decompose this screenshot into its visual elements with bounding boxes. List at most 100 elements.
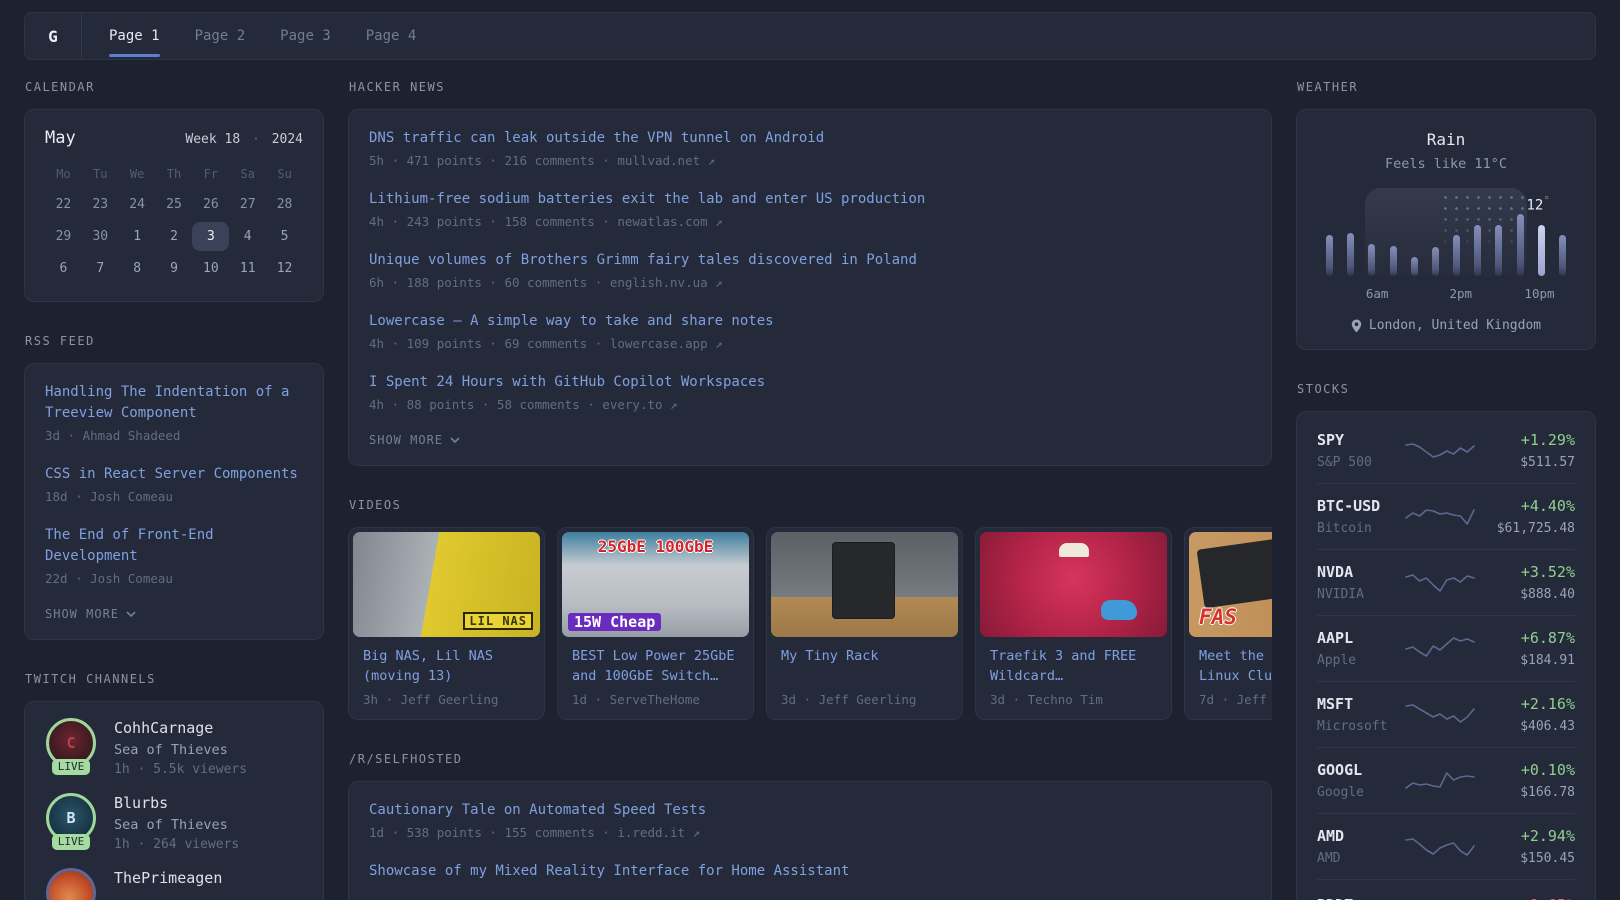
weather-bar [1453, 235, 1460, 276]
calendar-month: May [45, 128, 76, 148]
video-meta: 7d · Jeff Geerling [1199, 692, 1272, 707]
video-card-body: Traefik 3 and FREE Wildcard… 3d · Techno… [980, 637, 1167, 715]
thumbnail-caption: 15W Cheap [568, 613, 661, 631]
hn-show-more-button[interactable]: SHOW MORE [369, 433, 1251, 447]
hn-item-meta: 5h · 471 points · 216 comments · mullvad… [369, 153, 1251, 168]
day-header: Su [266, 160, 303, 187]
channel-name[interactable]: CohhCarnage [114, 719, 247, 737]
video-thumbnail[interactable]: FAS [1189, 532, 1272, 637]
hn-item-link[interactable]: I Spent 24 Hours with GitHub Copilot Wor… [369, 372, 1251, 393]
stock-row[interactable]: NVDA NVIDIA +3.52% $888.40 [1317, 549, 1575, 615]
stock-values: +0.10% $166.78 [1475, 761, 1575, 800]
stock-id: GOOGL Google [1317, 761, 1405, 800]
calendar-day: 23 [82, 190, 119, 219]
weather-bar [1517, 214, 1524, 276]
stock-name: NVIDIA [1317, 587, 1405, 602]
tab-page-3[interactable]: Page 3 [280, 13, 331, 59]
stock-change: +0.10% [1475, 761, 1575, 779]
calendar-day: 29 [45, 222, 82, 251]
twitch-section: TWITCH CHANNELS C LIVE CohhCarnage Sea o… [24, 672, 324, 900]
stock-sparkline [1405, 436, 1475, 466]
stock-row[interactable]: AAPL Apple +6.87% $184.91 [1317, 615, 1575, 681]
rss-item: CSS in React Server Components 18d · Jos… [45, 464, 303, 504]
twitch-channel-row[interactable]: C LIVE CohhCarnage Sea of Thieves 1h · 5… [43, 718, 305, 777]
twitch-channel-info: Blurbs Sea of Thieves 1h · 264 viewers [114, 793, 239, 852]
middle-column: HACKER NEWS DNS traffic can leak outside… [348, 80, 1272, 900]
tab-page-2[interactable]: Page 2 [195, 13, 246, 59]
stock-row[interactable]: AMD AMD +2.94% $150.45 [1317, 813, 1575, 879]
rss-item-meta: 3d · Ahmad Shadeed [45, 428, 303, 443]
stocks-section-title: STOCKS [1297, 382, 1595, 396]
calendar-day: 27 [229, 190, 266, 219]
reddit-section: /R/SELFHOSTED Cautionary Tale on Automat… [348, 752, 1272, 900]
stock-row[interactable]: MSFT Microsoft +2.16% $406.43 [1317, 681, 1575, 747]
channel-game: Sea of Thieves [114, 817, 239, 833]
weather-section: WEATHER Rain Feels like 11°C 12° [1296, 80, 1596, 350]
hn-item-link[interactable]: Lowercase – A simple way to take and sha… [369, 311, 1251, 332]
stock-sparkline [1405, 832, 1475, 862]
channel-name[interactable]: Blurbs [114, 794, 239, 812]
video-title-link[interactable]: Meet the Linux Clu [1199, 646, 1272, 687]
top-nav-bar: G Page 1 Page 2 Page 3 Page 4 [24, 12, 1596, 60]
reddit-item-link[interactable]: Showcase of my Mixed Reality Interface f… [369, 861, 1251, 882]
video-title-link[interactable]: My Tiny Rack [781, 646, 948, 666]
stock-name: Bitcoin [1317, 521, 1405, 536]
twitch-channel-row[interactable]: ThePrimeagen [43, 868, 305, 900]
day-header: Th [156, 160, 193, 187]
calendar-day: 2 [156, 222, 193, 251]
stock-sparkline [1405, 700, 1475, 730]
twitch-avatar-column [43, 868, 99, 900]
video-thumbnail[interactable]: 25GbE 100GbE 15W Cheap [562, 532, 749, 637]
stock-sparkline [1405, 634, 1475, 664]
stock-change: +1.29% [1475, 431, 1575, 449]
video-title-link[interactable]: Big NAS, Lil NAS (moving 13) [363, 646, 530, 687]
stock-name: Apple [1317, 653, 1405, 668]
stock-symbol: GOOGL [1317, 761, 1405, 779]
weather-bar [1326, 235, 1333, 276]
hn-item-meta: 4h · 109 points · 69 comments · lowercas… [369, 336, 1251, 351]
weather-bar [1390, 246, 1397, 276]
channel-name[interactable]: ThePrimeagen [114, 869, 222, 887]
stock-row[interactable]: SPY S&P 500 +1.29% $511.57 [1317, 418, 1575, 483]
reddit-item-link[interactable]: Cautionary Tale on Automated Speed Tests [369, 800, 1251, 821]
tab-page-1[interactable]: Page 1 [109, 13, 160, 59]
day-header: Tu [82, 160, 119, 187]
stock-id: AAPL Apple [1317, 629, 1405, 668]
tab-page-4[interactable]: Page 4 [366, 13, 417, 59]
thumbnail-caption: FAS [1199, 605, 1237, 629]
stock-price: $150.45 [1475, 851, 1575, 866]
stock-sparkline [1405, 766, 1475, 796]
stock-row[interactable]: RDDT -1.65% [1317, 879, 1575, 900]
rss-item-link[interactable]: Handling The Indentation of a Treeview C… [45, 382, 303, 424]
video-thumbnail[interactable]: LIL NAS [353, 532, 540, 637]
video-title-link[interactable]: Traefik 3 and FREE Wildcard… [990, 646, 1157, 687]
calendar-day: 6 [45, 254, 82, 283]
weather-bar [1368, 244, 1375, 276]
rss-item-link[interactable]: The End of Front-End Development [45, 525, 303, 567]
stock-change: -1.65% [1475, 896, 1575, 900]
stock-price: $888.40 [1475, 587, 1575, 602]
stock-symbol: NVDA [1317, 563, 1405, 581]
stock-row[interactable]: GOOGL Google +0.10% $166.78 [1317, 747, 1575, 813]
hn-item-link[interactable]: DNS traffic can leak outside the VPN tun… [369, 128, 1251, 149]
hn-item-link[interactable]: Unique volumes of Brothers Grimm fairy t… [369, 250, 1251, 271]
stock-sparkline [1405, 893, 1475, 900]
rss-item-link[interactable]: CSS in React Server Components [45, 464, 303, 485]
hn-item-link[interactable]: Lithium-free sodium batteries exit the l… [369, 189, 1251, 210]
current-temperature-label: 12° [1527, 194, 1550, 214]
video-thumbnail[interactable] [980, 532, 1167, 637]
app-logo[interactable]: G [25, 13, 82, 59]
time-tick: 6am [1366, 286, 1389, 301]
video-thumbnail[interactable] [771, 532, 958, 637]
stock-change: +2.16% [1475, 695, 1575, 713]
stock-values: +4.40% $61,725.48 [1475, 497, 1575, 536]
weather-hourly-bars [1323, 214, 1569, 276]
time-tick: 10pm [1524, 286, 1554, 301]
hn-item: I Spent 24 Hours with GitHub Copilot Wor… [369, 372, 1251, 412]
stock-row[interactable]: BTC-USD Bitcoin +4.40% $61,725.48 [1317, 483, 1575, 549]
day-header: Fr [192, 160, 229, 187]
twitch-channel-row[interactable]: B LIVE Blurbs Sea of Thieves 1h · 264 vi… [43, 793, 305, 852]
rss-show-more-button[interactable]: SHOW MORE [45, 607, 303, 621]
video-title-link[interactable]: BEST Low Power 25GbE and 100GbE Switch… [572, 646, 739, 687]
channel-meta: 1h · 264 viewers [114, 837, 239, 852]
